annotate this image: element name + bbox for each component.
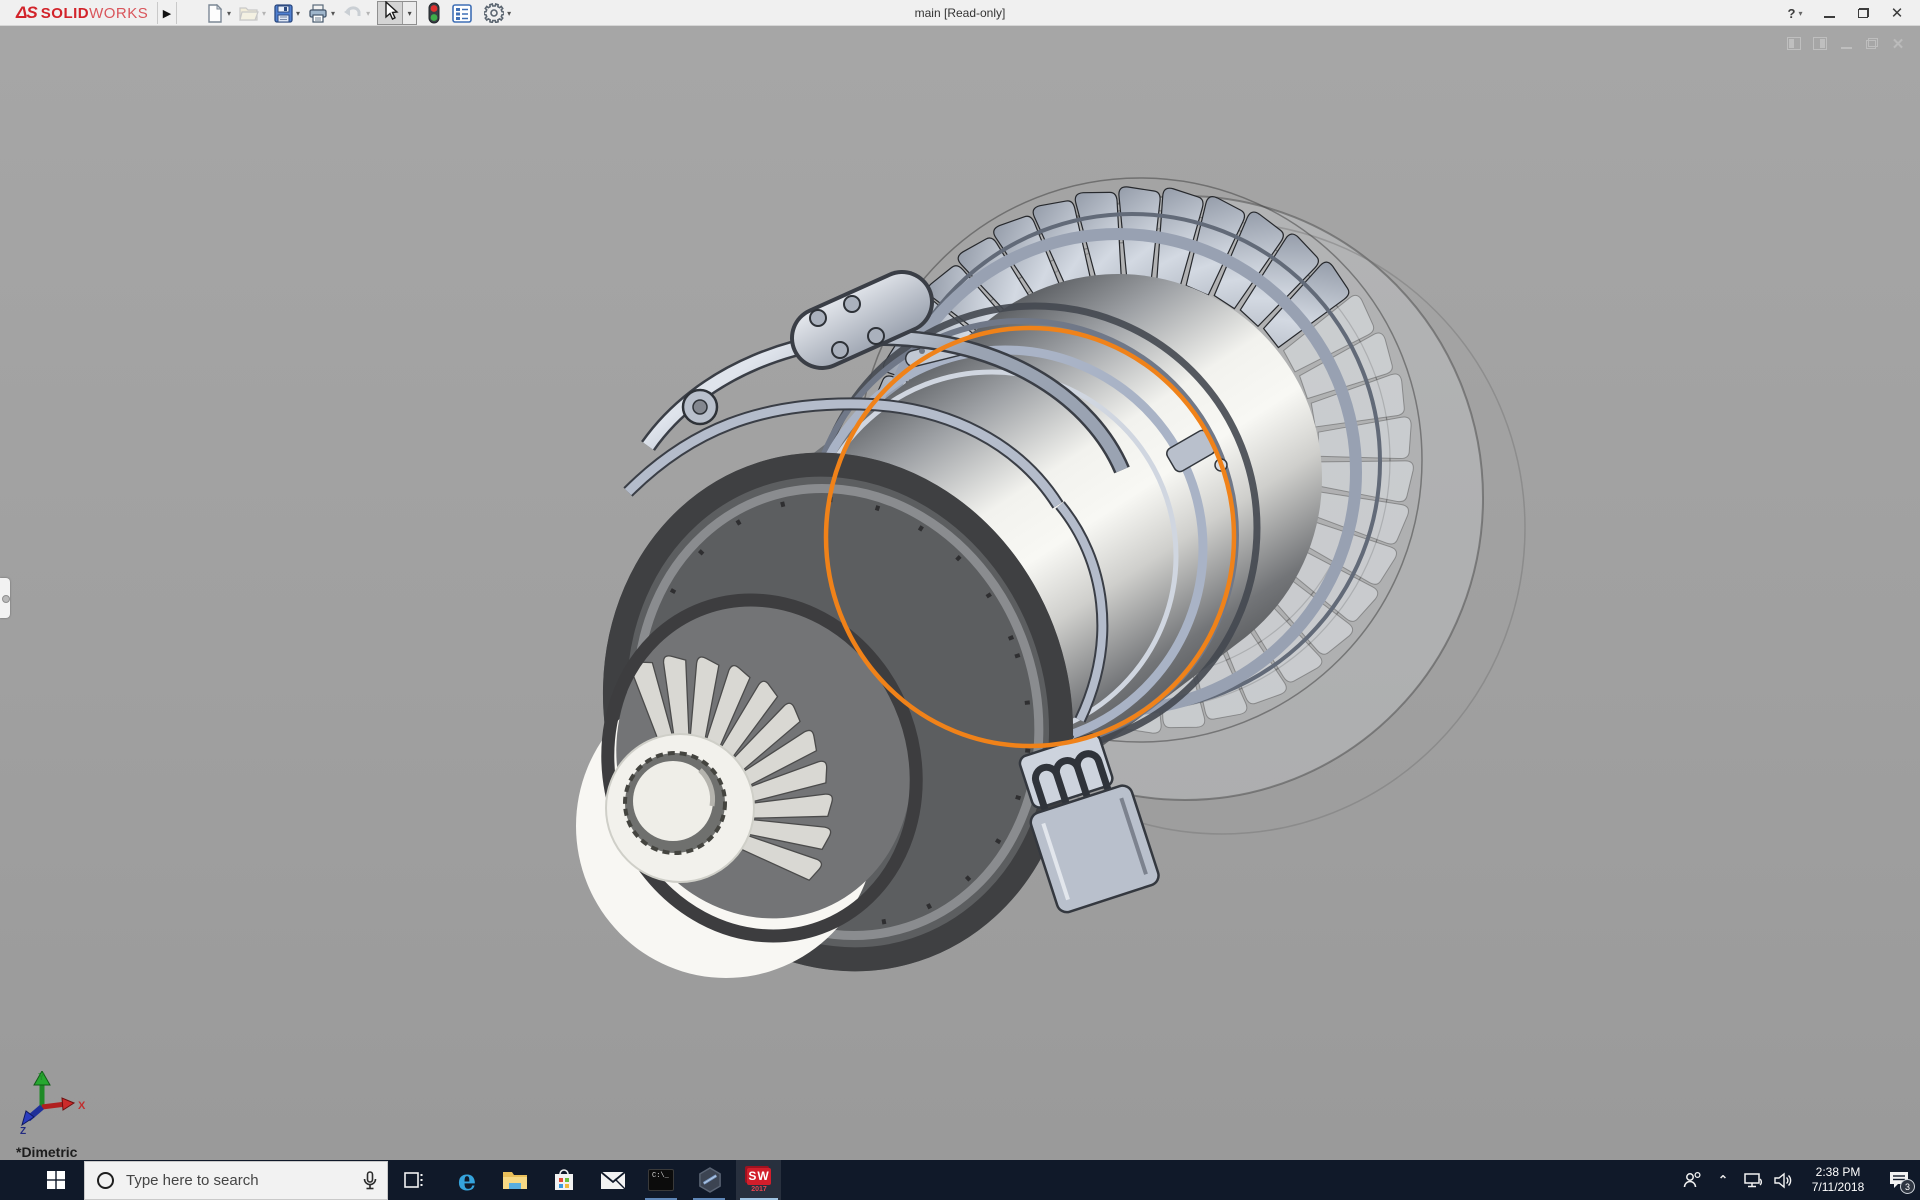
- save-button[interactable]: ▾: [273, 1, 301, 25]
- file-explorer-button[interactable]: [492, 1160, 538, 1200]
- task-view-icon: [403, 1171, 425, 1189]
- select-cursor-icon: [381, 1, 399, 21]
- quick-toolbar: ▾ ▾ ▾: [205, 0, 518, 26]
- store-button[interactable]: [541, 1160, 587, 1200]
- triad-x-label: X: [78, 1100, 86, 1112]
- dropdown-arrow[interactable]: ▾: [402, 2, 416, 24]
- select-tool-button[interactable]: ▾: [377, 1, 417, 25]
- help-button[interactable]: ? ▾: [1780, 1, 1810, 25]
- print-button[interactable]: ▾: [307, 1, 336, 25]
- rebuild-traffic-light-icon: [428, 2, 440, 24]
- speaker-icon: [1773, 1172, 1793, 1189]
- title-bar: ΔS SOLID WORKS ▶ ▾ ▾: [0, 0, 1920, 26]
- edge-button[interactable]: e: [444, 1160, 490, 1200]
- doc-minimize-icon[interactable]: [1838, 36, 1854, 51]
- command-prompt-icon: C:\_: [648, 1169, 674, 1191]
- show-left-pane-icon[interactable]: [1786, 36, 1802, 51]
- dropdown-arrow[interactable]: ▾: [507, 9, 511, 18]
- windows-taskbar: Type here to search e: [0, 1160, 1920, 1200]
- solidworks-logo: ΔS SOLID WORKS: [16, 1, 148, 25]
- clock-time: 2:38 PM: [1798, 1165, 1878, 1180]
- edge-icon: e: [458, 1166, 476, 1195]
- triad-y-label: Y: [38, 1072, 45, 1083]
- new-document-icon: [206, 4, 224, 23]
- file-properties-button[interactable]: [451, 1, 473, 25]
- rebuild-button[interactable]: [427, 1, 441, 25]
- options-button[interactable]: ▾: [483, 1, 512, 25]
- taskbar-search-input[interactable]: Type here to search: [84, 1161, 388, 1200]
- undo-icon: [343, 4, 363, 22]
- task-view-button[interactable]: [391, 1160, 437, 1200]
- dropdown-arrow[interactable]: ▾: [227, 9, 231, 18]
- options-gear-icon: [484, 3, 504, 23]
- restore-icon: [1858, 8, 1869, 18]
- feature-panel-tab[interactable]: [0, 578, 10, 618]
- restore-button[interactable]: [1848, 1, 1878, 25]
- triad-z-label: Z: [20, 1126, 26, 1135]
- file-explorer-icon: [502, 1169, 528, 1191]
- ds-logo-mark: ΔS: [16, 3, 37, 23]
- open-button[interactable]: ▾: [238, 1, 267, 25]
- open-icon: [239, 4, 259, 22]
- close-button[interactable]: ✕: [1882, 1, 1912, 25]
- cortana-circle-icon: [97, 1172, 114, 1189]
- new-document-button[interactable]: ▾: [205, 1, 232, 25]
- minimize-button[interactable]: [1814, 1, 1844, 25]
- command-prompt-button[interactable]: C:\_: [638, 1160, 684, 1200]
- edrawings-button[interactable]: [687, 1160, 733, 1200]
- chevron-up-icon: ⌃: [1718, 1173, 1728, 1187]
- store-icon: [552, 1168, 576, 1192]
- start-button[interactable]: [28, 1160, 84, 1200]
- jet-engine-model: [0, 26, 1920, 1160]
- tray-overflow-button[interactable]: ⌃: [1708, 1160, 1738, 1200]
- network-icon: [1743, 1172, 1763, 1189]
- 3d-viewport[interactable]: ✕ X Z Y *Dimetric: [0, 26, 1920, 1160]
- search-placeholder: Type here to search: [126, 1172, 363, 1189]
- system-tray: ⌃ 2:38 PM 7/11/2018: [1678, 1160, 1920, 1200]
- undo-button[interactable]: ▾: [342, 1, 371, 25]
- minimize-icon: [1824, 16, 1835, 18]
- dropdown-arrow[interactable]: ▾: [366, 9, 370, 18]
- edrawings-hexagon-icon: [697, 1167, 723, 1193]
- volume-button[interactable]: [1768, 1160, 1798, 1200]
- solidworks-button[interactable]: SW 2017: [736, 1160, 782, 1200]
- show-right-pane-icon[interactable]: [1812, 36, 1828, 51]
- view-orientation-label: *Dimetric: [16, 1144, 77, 1160]
- orientation-triad: X Z Y: [12, 1071, 88, 1135]
- microphone-icon[interactable]: [363, 1171, 377, 1191]
- people-icon: [1683, 1171, 1703, 1189]
- clock-date: 7/11/2018: [1798, 1180, 1878, 1195]
- menu-flyout-button[interactable]: ▶: [157, 2, 177, 24]
- close-icon: ✕: [1891, 4, 1904, 22]
- clock[interactable]: 2:38 PM 7/11/2018: [1798, 1165, 1878, 1195]
- network-button[interactable]: [1738, 1160, 1768, 1200]
- doc-restore-icon[interactable]: [1864, 36, 1880, 51]
- file-properties-icon: [452, 4, 472, 23]
- solidworks-2017-icon: SW 2017: [747, 1168, 771, 1193]
- help-dropdown-arrow[interactable]: ▾: [1798, 9, 1802, 18]
- mail-button[interactable]: [590, 1160, 636, 1200]
- mail-icon: [600, 1171, 626, 1190]
- dropdown-arrow[interactable]: ▾: [262, 9, 266, 18]
- dropdown-arrow[interactable]: ▾: [296, 9, 300, 18]
- action-center-button[interactable]: 3: [1878, 1160, 1920, 1200]
- dropdown-arrow[interactable]: ▾: [331, 9, 335, 18]
- notification-badge: 3: [1900, 1179, 1915, 1194]
- windows-logo-icon: [47, 1171, 65, 1189]
- doc-close-icon[interactable]: ✕: [1890, 36, 1906, 51]
- save-icon: [274, 4, 293, 23]
- people-button[interactable]: [1678, 1160, 1708, 1200]
- print-icon: [308, 4, 328, 23]
- document-window-controls: ✕: [1786, 36, 1906, 51]
